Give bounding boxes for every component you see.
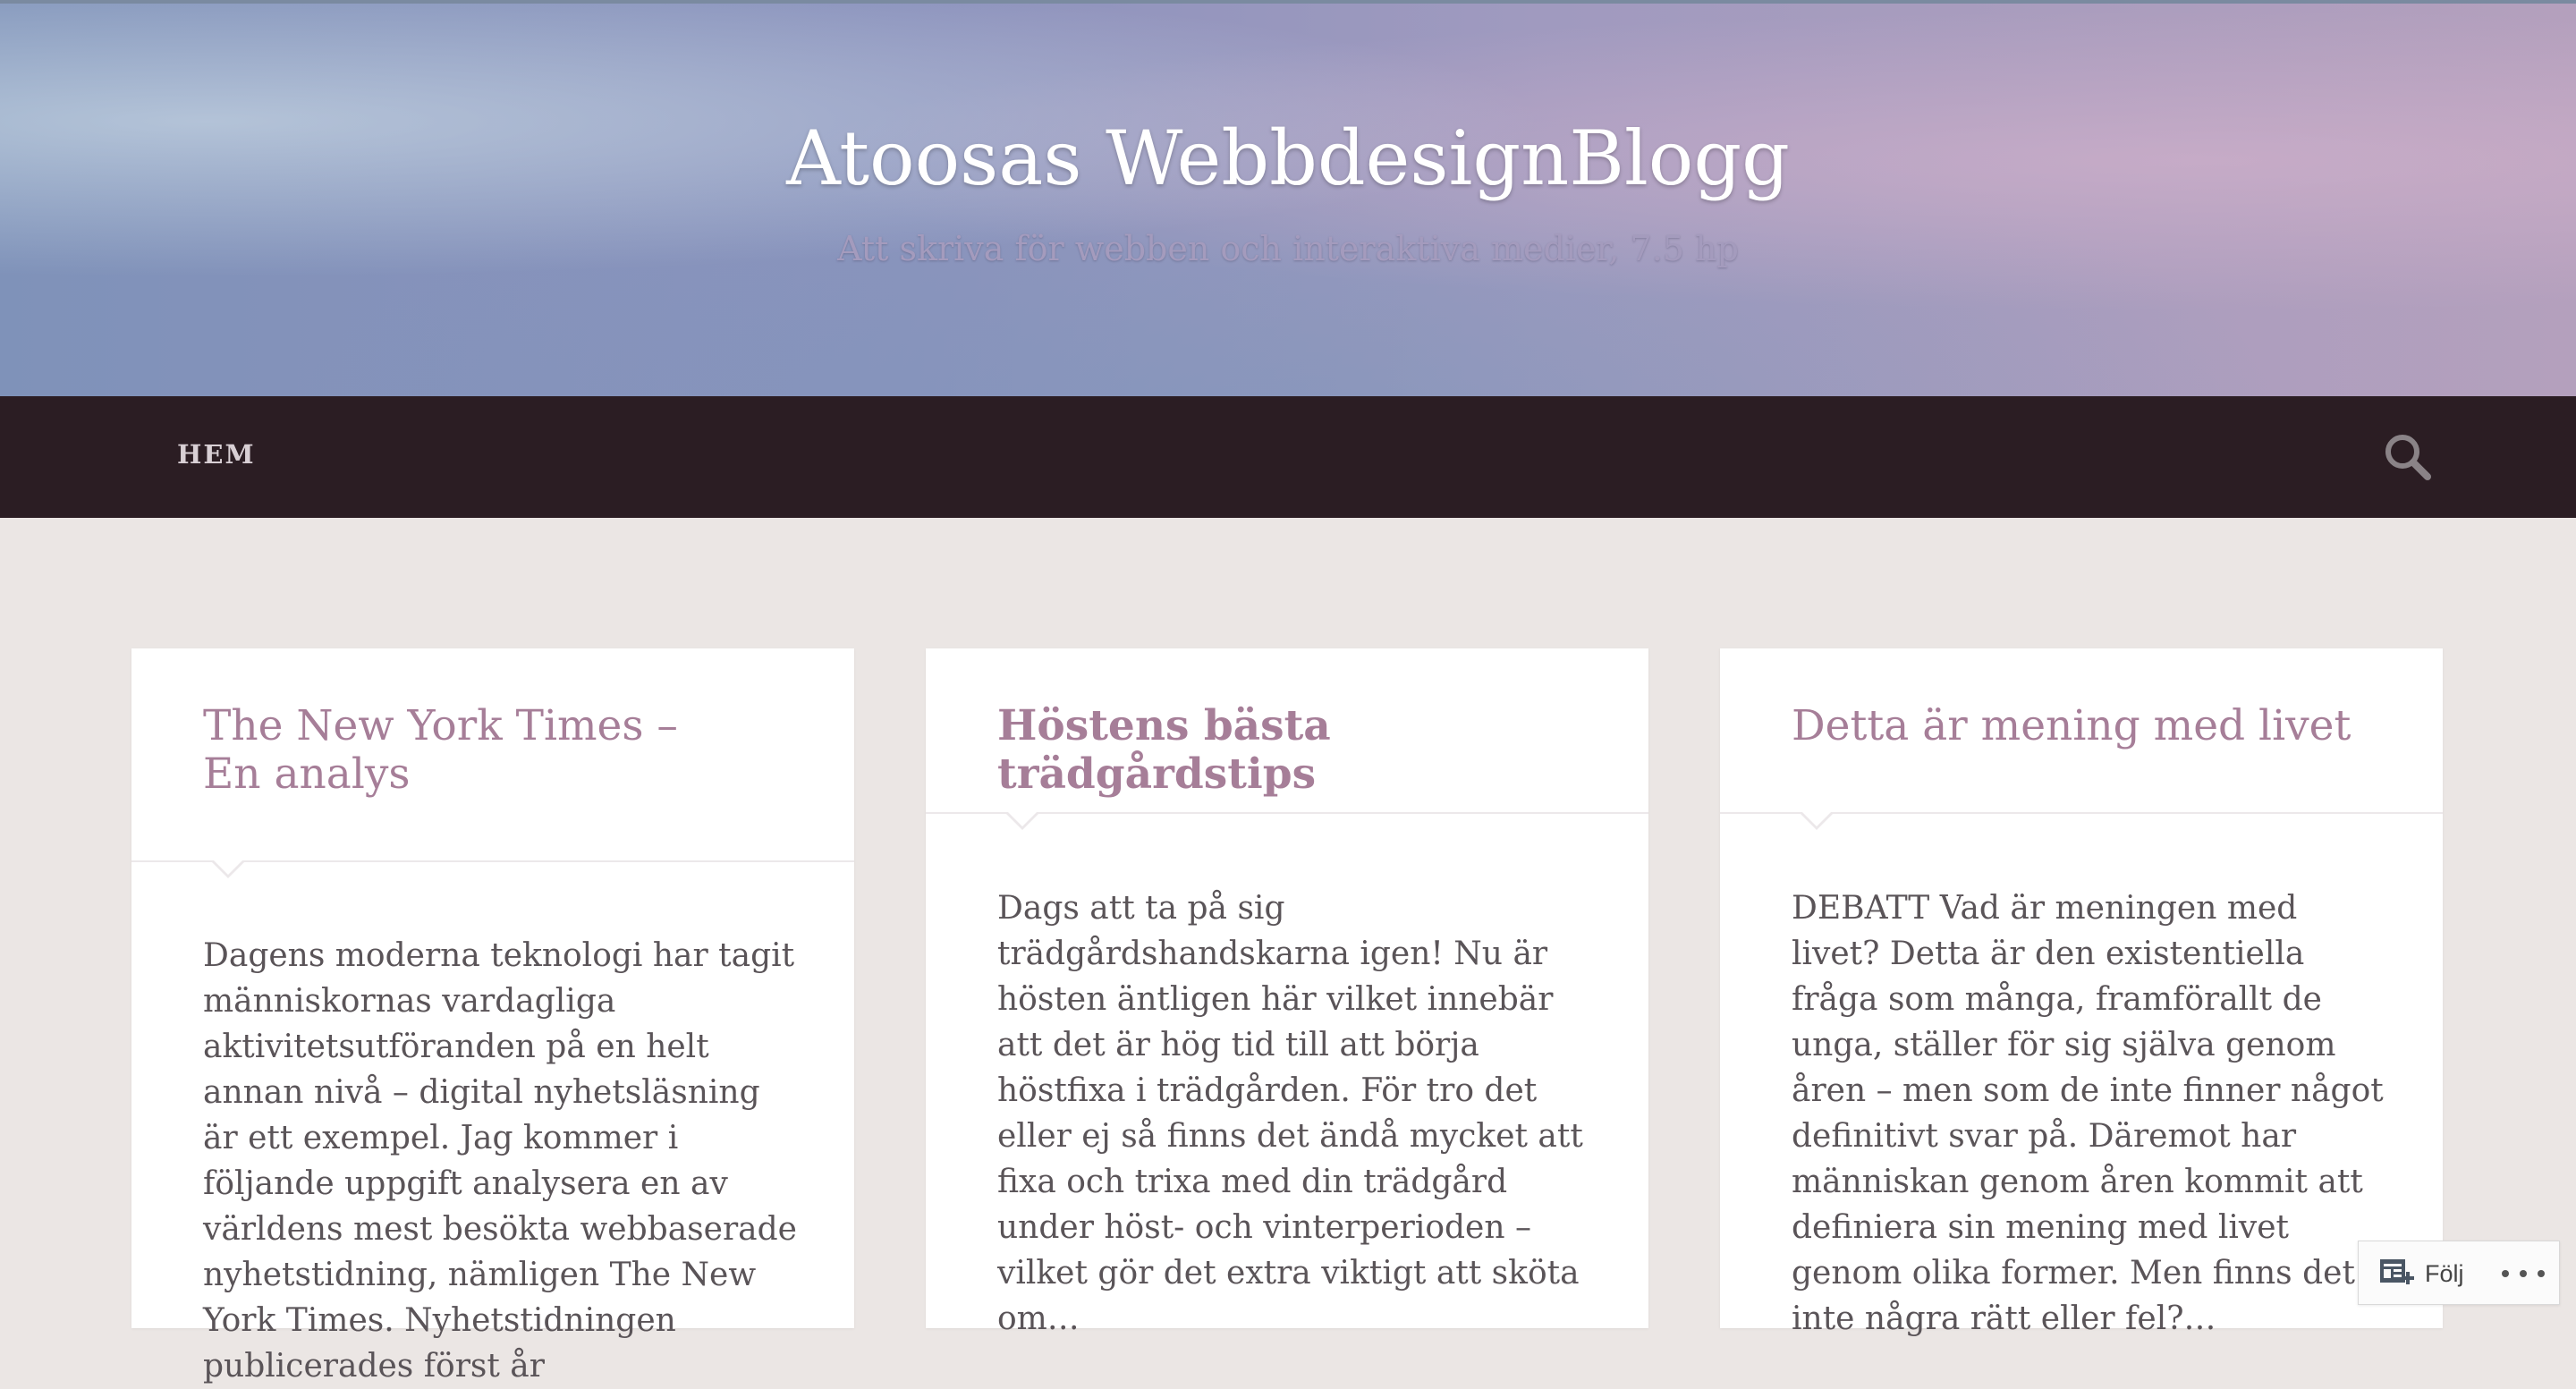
post-card: Höstens bästa trädgårdstips Dags att ta … [926,648,1648,1337]
post-title-line[interactable]: The New York Times – [203,701,678,750]
post-card-header: Detta är mening med livet [1720,648,2443,830]
follow-label: Följ [2425,1259,2464,1287]
header-pointer [210,859,246,878]
post-card: Detta är mening med livet DEBATT Vad är … [1720,648,2443,1337]
header-pointer [1799,810,1835,830]
post-excerpt: DEBATT Vad är meningen med livet? Detta … [1792,890,2384,1337]
site-description: Att skriva för webben och interaktiva me… [837,229,1739,268]
follow-button[interactable]: Följ [2378,1254,2464,1293]
nav-item-home[interactable]: HEM [177,439,256,470]
site-header: Atoosas WebbdesignBlogg Att skriva för w… [0,0,2576,396]
post-title[interactable]: The New York Times – En analys [131,648,854,799]
post-title-line[interactable]: En analys [203,750,411,799]
reader-follow-icon [2380,1259,2414,1284]
post-excerpt: Dagens moderna teknologi har tagit männi… [203,937,797,1385]
header-pointer [1004,810,1040,830]
search-icon[interactable] [2383,432,2433,482]
post-title[interactable]: Detta är mening med livet [1720,648,2443,750]
post-excerpt: Dags att ta på sig trädgårdshandskarna i… [997,890,1583,1337]
post-card-header: The New York Times – En analys [131,648,854,878]
more-options-icon[interactable] [2502,1254,2545,1293]
follow-bar: Följ [2358,1241,2560,1305]
site-title[interactable]: Atoosas WebbdesignBlogg [0,114,2576,202]
post-card: The New York Times – En analys Dagens mod… [131,648,854,1385]
post-card-header: Höstens bästa trädgårdstips [926,648,1648,830]
main-navigation: HEM [0,396,2576,518]
post-title[interactable]: Höstens bästa trädgårdstips [926,648,1648,799]
